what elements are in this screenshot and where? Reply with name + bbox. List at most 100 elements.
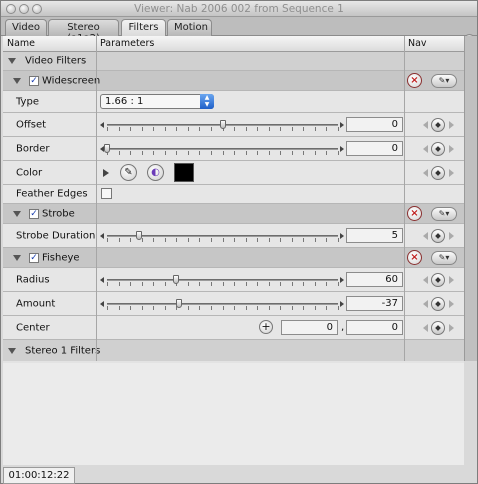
slider-increment-icon[interactable] — [340, 122, 344, 128]
slider-tick — [280, 306, 281, 310]
slider-thumb[interactable] — [173, 275, 179, 284]
x-delete-icon[interactable]: × — [407, 73, 422, 88]
slider-track[interactable] — [107, 279, 338, 281]
slider-tick — [338, 306, 339, 310]
slider-decrement-icon[interactable] — [100, 233, 104, 239]
disclosure-expanded-icon[interactable] — [13, 77, 21, 84]
vertical-scrollbar-track[interactable] — [464, 36, 477, 361]
color-wheel-icon[interactable]: ◐ — [147, 164, 164, 181]
slider-decrement-icon[interactable] — [100, 122, 104, 128]
keyframe-diamond-icon[interactable] — [431, 321, 445, 335]
slider-thumb[interactable] — [220, 120, 226, 129]
type-select[interactable]: 1.66 : 1 ▲ ▼ — [100, 94, 214, 109]
color-swatch[interactable] — [174, 163, 194, 182]
amount-value-field[interactable]: -37 — [346, 296, 403, 311]
tab-stereo[interactable]: Stereo (a1a2) — [48, 19, 119, 44]
group-row-video-filters[interactable]: Video Filters — [3, 52, 464, 71]
radius-keyframe-nav[interactable] — [420, 272, 458, 288]
group-row-stereo-filters[interactable]: Stereo 1 Filters — [3, 340, 464, 361]
tab-filters[interactable]: Filters — [121, 19, 166, 37]
crosshair-icon[interactable]: + — [259, 320, 273, 334]
color-keyframe-nav[interactable] — [420, 165, 458, 181]
slider-decrement-icon[interactable] — [100, 301, 104, 307]
amount-keyframe-nav[interactable] — [420, 296, 458, 312]
strobe-keyframe-nav[interactable] — [420, 228, 458, 244]
x-delete-icon[interactable]: × — [407, 250, 422, 265]
filter-menu-icon[interactable]: ✎▾ — [431, 74, 457, 88]
eyedropper-icon[interactable]: ✎ — [120, 164, 137, 181]
keyframe-diamond-icon[interactable] — [431, 118, 445, 132]
fisheye-enable-checkbox[interactable]: ✓ — [29, 252, 39, 263]
tab-motion[interactable]: Motion — [167, 19, 212, 36]
slider-tick — [153, 306, 154, 310]
filter-row-fisheye[interactable]: ✓ Fisheye × ✎▾ — [3, 248, 464, 268]
offset-keyframe-nav[interactable] — [420, 117, 458, 133]
tab-video[interactable]: Video — [5, 19, 47, 36]
slider-increment-icon[interactable] — [340, 301, 344, 307]
slider-tick — [119, 238, 120, 242]
keyframe-diamond-icon[interactable] — [431, 297, 445, 311]
slider-tick — [199, 127, 200, 131]
widescreen-enable-checkbox[interactable]: ✓ — [29, 75, 39, 86]
disclosure-expanded-icon[interactable] — [13, 210, 21, 217]
viewer-window: Viewer: Nab 2006 002 from Sequence 1 Vid… — [0, 0, 478, 484]
center-separator: , — [341, 322, 345, 333]
param-label: Strobe Duration — [16, 230, 96, 241]
slider-tick — [211, 238, 212, 242]
strobe-enable-checkbox[interactable]: ✓ — [29, 208, 39, 219]
window-title: Viewer: Nab 2006 002 from Sequence 1 — [134, 3, 344, 15]
slider-tick — [223, 282, 224, 286]
slider-tick — [130, 127, 131, 131]
slider-tick — [199, 282, 200, 286]
keyframe-diamond-icon[interactable] — [431, 229, 445, 243]
title-bar[interactable]: Viewer: Nab 2006 002 from Sequence 1 — [1, 1, 477, 17]
filter-menu-icon[interactable]: ✎▾ — [431, 207, 457, 221]
slider-increment-icon[interactable] — [340, 233, 344, 239]
param-label: Type — [16, 96, 39, 107]
disclosure-expanded-icon[interactable] — [8, 58, 16, 64]
slider-tick — [269, 306, 270, 310]
keyframe-diamond-icon[interactable] — [431, 273, 445, 287]
disclosure-expanded-icon[interactable] — [8, 347, 16, 354]
slider-track[interactable] — [107, 148, 338, 150]
feather-edges-checkbox[interactable] — [101, 188, 112, 199]
filter-menu-icon[interactable]: ✎▾ — [431, 251, 457, 265]
slider-thumb[interactable] — [136, 231, 142, 240]
slider-tick — [280, 238, 281, 242]
border-value-field[interactable]: 0 — [346, 141, 403, 156]
slider-tick — [188, 282, 189, 286]
select-stepper-icon[interactable]: ▲ ▼ — [200, 94, 214, 109]
disclosure-expanded-icon[interactable] — [13, 254, 21, 261]
slider-tick — [130, 282, 131, 286]
offset-value-field[interactable]: 0 — [346, 117, 403, 132]
param-row-border: Border 0 — [3, 137, 464, 161]
slider-tick — [315, 127, 316, 131]
keyframe-diamond-icon[interactable] — [431, 142, 445, 156]
slider-tick — [199, 306, 200, 310]
param-label: Radius — [16, 274, 50, 285]
slider-increment-icon[interactable] — [340, 277, 344, 283]
col-parameters: Parameters — [100, 38, 155, 49]
center-y-field[interactable]: 0 — [346, 320, 403, 335]
slider-thumb[interactable] — [176, 299, 182, 308]
slider-thumb[interactable] — [104, 144, 110, 153]
slider-track[interactable] — [107, 303, 338, 305]
x-delete-icon[interactable]: × — [407, 206, 422, 221]
center-x-field[interactable]: 0 — [281, 320, 338, 335]
keyframe-diamond-icon[interactable] — [431, 166, 445, 180]
radius-value-field[interactable]: 60 — [346, 272, 403, 287]
slider-tick — [257, 282, 258, 286]
strobe-duration-value-field[interactable]: 5 — [346, 228, 403, 243]
slider-tick — [303, 151, 304, 155]
center-keyframe-nav[interactable] — [420, 320, 458, 336]
slider-tick — [280, 127, 281, 131]
column-header: Name Parameters Nav — [3, 36, 464, 52]
slider-tick — [280, 282, 281, 286]
border-keyframe-nav[interactable] — [420, 141, 458, 157]
filter-row-widescreen[interactable]: ✓ Widescreen × ✎▾ — [3, 71, 464, 91]
slider-decrement-icon[interactable] — [100, 277, 104, 283]
slider-increment-icon[interactable] — [340, 146, 344, 152]
color-disclosure-icon[interactable] — [103, 168, 109, 177]
filter-row-strobe[interactable]: ✓ Strobe × ✎▾ — [3, 204, 464, 224]
timecode-display[interactable]: 01:00:12:22 — [3, 467, 75, 484]
